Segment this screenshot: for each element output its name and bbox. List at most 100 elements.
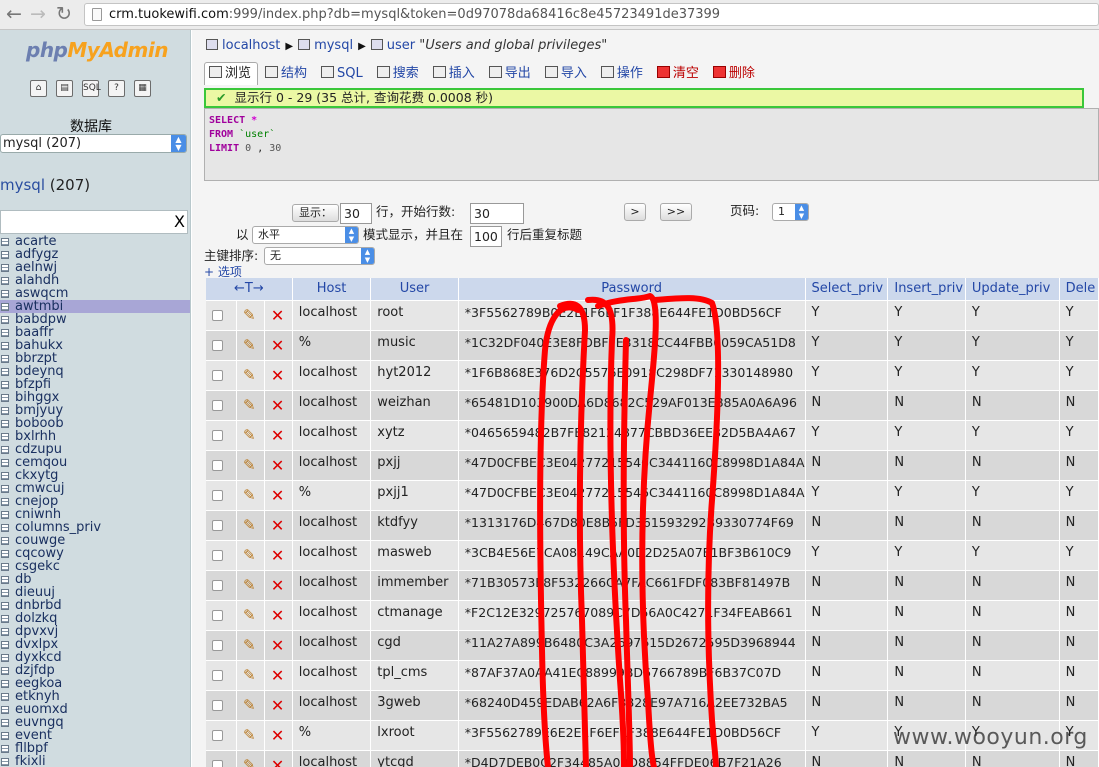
sidebar-table-label[interactable]: fkixli [15,754,46,767]
sql-icon[interactable]: SQL [82,80,101,97]
table-icon[interactable] [1,511,9,519]
edit-icon[interactable]: ✎ [243,486,256,504]
row-checkbox[interactable] [212,699,223,711]
row-checkbox[interactable] [212,459,223,471]
row-checkbox[interactable] [212,549,223,561]
table-icon[interactable] [1,394,9,402]
table-icon[interactable] [1,524,9,532]
tab-structure[interactable]: 结构 [260,62,314,85]
column-header[interactable]: Password [458,278,806,301]
table-icon[interactable] [1,381,9,389]
checkbox-cell[interactable] [206,750,238,767]
row-checkbox[interactable] [212,339,223,351]
row-checkbox[interactable] [212,429,223,441]
table-icon[interactable] [1,238,9,246]
row-checkbox[interactable] [212,669,223,681]
edit-cell[interactable]: ✎ [236,630,265,661]
sort-select[interactable]: 无 ▲ ▼ [264,247,375,265]
delete-icon[interactable]: ✕ [271,456,284,475]
edit-cell[interactable]: ✎ [236,690,265,721]
checkbox-cell[interactable] [206,480,238,511]
address-bar[interactable]: crm.tuokewifi.com:999/index.php?db=mysql… [84,3,1099,26]
checkbox-cell[interactable] [206,570,238,601]
delete-icon[interactable]: ✕ [271,606,284,625]
edit-cell[interactable]: ✎ [236,450,265,481]
tab-drop[interactable]: 删除 [708,62,762,85]
table-icon[interactable] [1,563,9,571]
delete-cell[interactable]: ✕ [264,510,293,541]
edit-icon[interactable]: ✎ [243,336,256,354]
tab-import[interactable]: 导入 [540,62,594,85]
delete-icon[interactable]: ✕ [271,306,284,325]
checkbox-cell[interactable] [206,390,238,421]
table-icon[interactable] [1,368,9,376]
edit-icon[interactable]: ✎ [243,666,256,684]
column-header[interactable]: Dele [1059,278,1099,301]
tab-browse[interactable]: 浏览 [204,62,259,85]
table-icon[interactable] [1,316,9,324]
checkbox-cell[interactable] [206,360,238,391]
delete-cell[interactable]: ✕ [264,660,293,691]
checkbox-cell[interactable] [206,600,238,631]
edit-icon[interactable]: ✎ [243,516,256,534]
breadcrumb-server[interactable]: localhost [222,38,280,53]
delete-cell[interactable]: ✕ [264,420,293,451]
table-icon[interactable] [1,628,9,636]
delete-icon[interactable]: ✕ [271,336,284,355]
checkbox-cell[interactable] [206,450,238,481]
checkbox-cell[interactable] [206,540,238,571]
edit-cell[interactable]: ✎ [236,390,265,421]
tab-operations[interactable]: 操作 [596,62,650,85]
checkbox-cell[interactable] [206,300,238,331]
sidebar-table-item[interactable]: fkixli [0,754,190,767]
edit-icon[interactable]: ✎ [243,696,256,714]
delete-cell[interactable]: ✕ [264,300,293,331]
table-icon[interactable] [1,485,9,493]
delete-icon[interactable]: ✕ [271,546,284,565]
table-icon[interactable] [1,719,9,727]
table-icon[interactable] [1,745,9,753]
column-header[interactable]: Host [292,278,372,301]
table-icon[interactable] [1,433,9,441]
repeat-headers-input[interactable]: 100 [470,226,502,247]
column-header[interactable]: User [370,278,459,301]
edit-icon[interactable]: ✎ [243,396,256,414]
delete-icon[interactable]: ✕ [271,756,284,767]
edit-cell[interactable]: ✎ [236,570,265,601]
row-checkbox[interactable] [212,399,223,411]
delete-icon[interactable]: ✕ [271,516,284,535]
table-icon[interactable] [1,277,9,285]
checkbox-cell[interactable] [206,510,238,541]
table-icon[interactable] [1,251,9,259]
table-filter-input[interactable]: X [0,210,188,234]
row-checkbox[interactable] [212,369,223,381]
delete-cell[interactable]: ✕ [264,450,293,481]
delete-cell[interactable]: ✕ [264,720,293,751]
display-mode-select[interactable]: 水平 ▲ ▼ [252,226,359,244]
tab-insert[interactable]: 插入 [428,62,482,85]
row-checkbox[interactable] [212,519,223,531]
delete-icon[interactable]: ✕ [271,426,284,445]
edit-cell[interactable]: ✎ [236,510,265,541]
tab-sql[interactable]: SQL [316,62,370,85]
table-icon[interactable] [1,602,9,610]
delete-icon[interactable]: ✕ [271,396,284,415]
column-arrows-header[interactable]: ←T→ [206,278,293,301]
edit-icon[interactable]: ✎ [243,576,256,594]
home-icon[interactable]: ⌂ [30,80,47,97]
database-select[interactable]: mysql (207) ▲ ▼ [0,134,187,153]
back-icon[interactable]: ← [6,3,22,25]
edit-cell[interactable]: ✎ [236,420,265,451]
table-icon[interactable] [1,706,9,714]
breadcrumb-table[interactable]: user [387,38,415,53]
edit-cell[interactable]: ✎ [236,330,265,361]
table-icon[interactable] [1,407,9,415]
row-checkbox[interactable] [212,729,223,741]
delete-cell[interactable]: ✕ [264,330,293,361]
edit-icon[interactable]: ✎ [243,426,256,444]
edit-cell[interactable]: ✎ [236,750,265,767]
table-icon[interactable] [1,693,9,701]
table-icon[interactable] [1,264,9,272]
delete-cell[interactable]: ✕ [264,600,293,631]
table-icon[interactable] [1,550,9,558]
